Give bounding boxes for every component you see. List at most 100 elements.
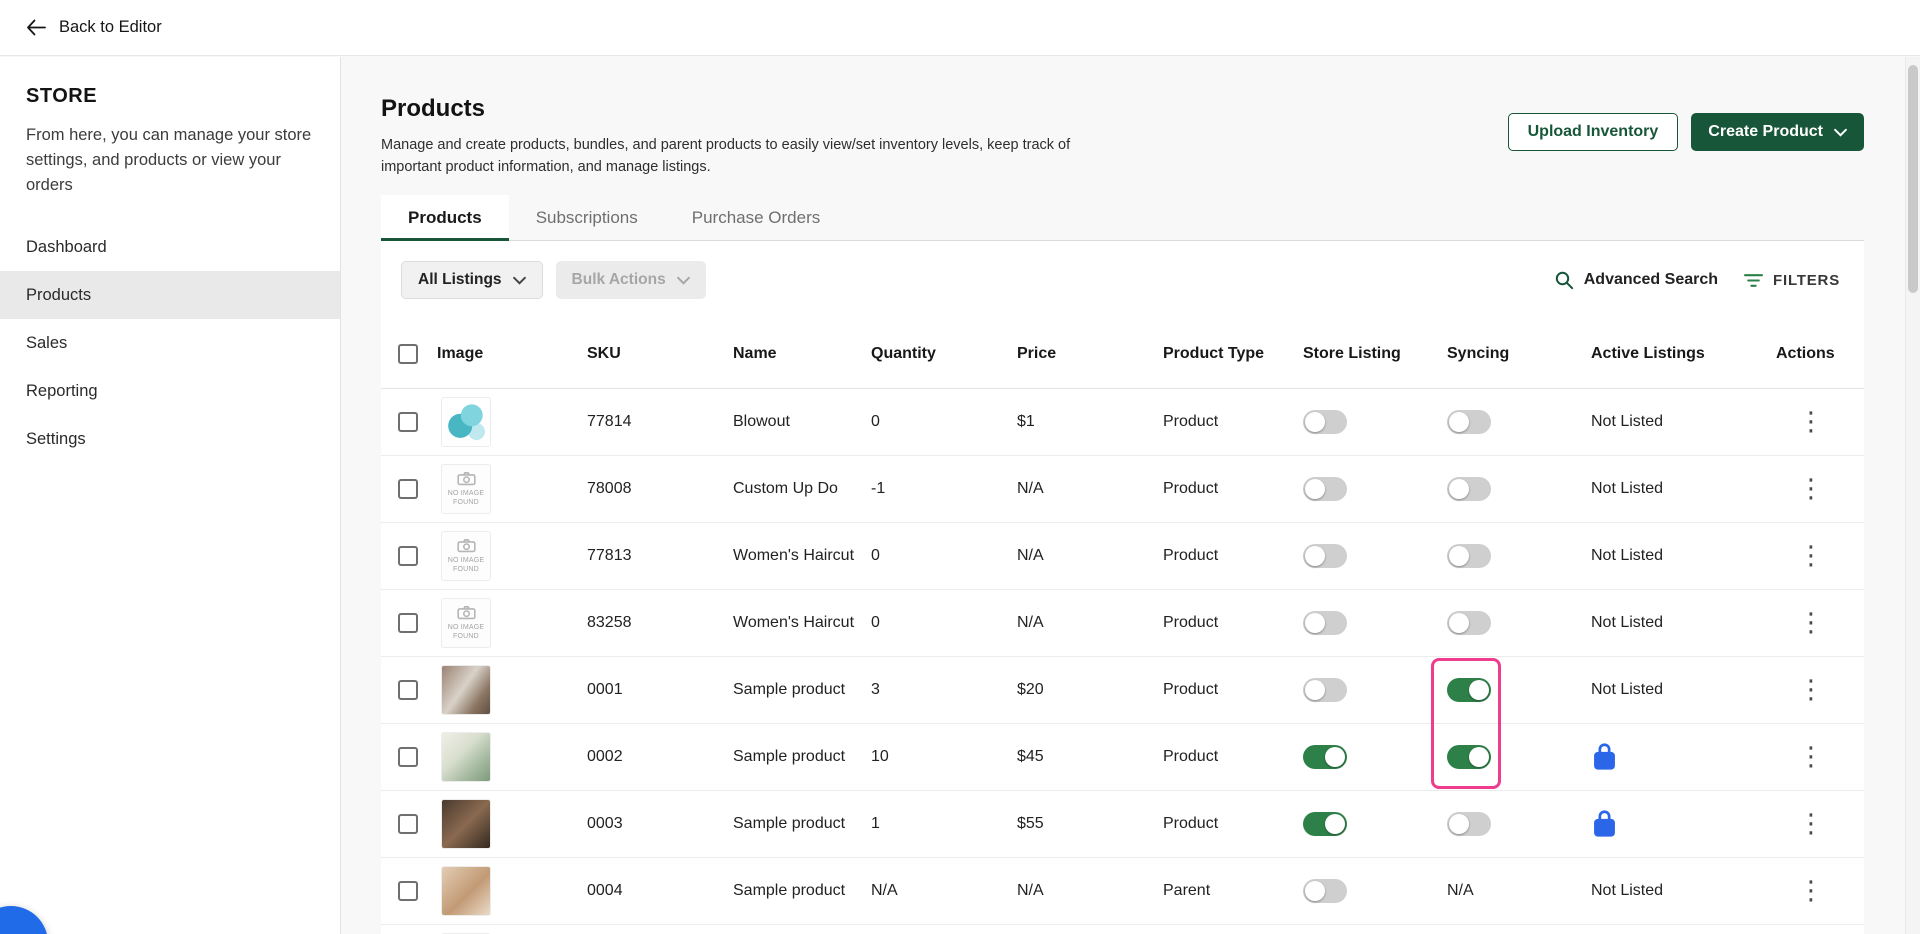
syncing-toggle[interactable] — [1447, 410, 1491, 434]
product-image — [441, 866, 491, 916]
syncing-toggle[interactable] — [1447, 611, 1491, 635]
back-to-editor-button[interactable]: Back to Editor — [26, 18, 162, 37]
store-listing-toggle[interactable] — [1303, 745, 1347, 769]
cell-sku: 0001 — [587, 681, 623, 698]
main-content: Products Manage and create products, bun… — [341, 57, 1920, 934]
row-checkbox[interactable] — [398, 412, 418, 432]
row-checkbox[interactable] — [398, 613, 418, 633]
select-all-checkbox[interactable] — [398, 343, 418, 364]
cell-product-type: Parent — [1163, 882, 1211, 899]
row-actions-menu[interactable]: ⋮ — [1776, 610, 1824, 636]
no-image-label: NO IMAGE FOUND — [447, 489, 485, 506]
row-checkbox[interactable] — [398, 680, 418, 700]
syncing-toggle[interactable] — [1447, 678, 1491, 702]
bulk-actions-dropdown[interactable]: Bulk Actions — [555, 261, 706, 299]
row-actions-menu[interactable]: ⋮ — [1776, 744, 1824, 770]
row-actions-menu[interactable]: ⋮ — [1776, 677, 1824, 703]
cell-price: $45 — [1017, 748, 1044, 765]
store-bag-icon[interactable] — [1591, 809, 1618, 839]
table-row: NO IMAGE FOUND 77813 Women's Haircut 0 N/A Pr… — [381, 523, 1864, 590]
header-actions: Upload Inventory Create Product — [1507, 113, 1864, 151]
column-header-product-type: Product Type — [1163, 344, 1265, 362]
sidebar-item-settings[interactable]: Settings — [0, 415, 340, 463]
column-header-price: Price — [1017, 344, 1057, 362]
tab-bar: Products Subscriptions Purchase Orders — [381, 195, 1864, 241]
cell-quantity: 0 — [871, 614, 880, 631]
row-actions-menu[interactable]: ⋮ — [1776, 476, 1824, 502]
cell-product-type: Product — [1163, 748, 1219, 765]
cell-price: $1 — [1017, 413, 1035, 430]
tab-subscriptions[interactable]: Subscriptions — [509, 195, 665, 240]
all-listings-dropdown[interactable]: All Listings — [401, 261, 543, 299]
column-header-syncing: Syncing — [1447, 344, 1510, 362]
store-listing-toggle[interactable] — [1303, 410, 1347, 434]
row-actions-menu[interactable]: ⋮ — [1776, 543, 1824, 569]
column-header-active-listings: Active Listings — [1591, 344, 1705, 362]
cell-sku: 77814 — [587, 413, 632, 430]
sidebar-item-reporting[interactable]: Reporting — [0, 367, 340, 415]
product-image — [441, 397, 491, 447]
column-header-quantity: Quantity — [871, 344, 936, 362]
row-checkbox[interactable] — [398, 546, 418, 566]
create-product-button[interactable]: Create Product — [1691, 113, 1864, 151]
sidebar-description: From here, you can manage your store set… — [26, 126, 312, 194]
cell-name: Women's Haircut — [733, 547, 855, 564]
syncing-toggle[interactable] — [1447, 477, 1491, 501]
row-actions-menu[interactable]: ⋮ — [1776, 409, 1824, 435]
filters-button[interactable]: FILTERS — [1744, 272, 1840, 289]
sidebar-item-sales[interactable]: Sales — [0, 319, 340, 367]
scrollbar-thumb[interactable] — [1908, 65, 1918, 293]
page-description: Manage and create products, bundles, and… — [381, 137, 1071, 175]
cell-active-listings: Not Listed — [1591, 413, 1664, 430]
store-listing-toggle[interactable] — [1303, 879, 1347, 903]
column-header-image: Image — [437, 344, 484, 362]
page-title: Products — [381, 95, 486, 122]
page-scrollbar[interactable] — [1905, 57, 1920, 934]
row-actions-menu[interactable]: ⋮ — [1776, 811, 1824, 837]
store-listing-toggle[interactable] — [1303, 678, 1347, 702]
advanced-search-button[interactable]: Advanced Search — [1554, 270, 1718, 290]
row-checkbox[interactable] — [398, 747, 418, 767]
store-listing-toggle[interactable] — [1303, 544, 1347, 568]
cell-sku: 0003 — [587, 815, 623, 832]
store-listing-toggle[interactable] — [1303, 812, 1347, 836]
column-header-name: Name — [733, 344, 777, 362]
row-actions-menu[interactable]: ⋮ — [1776, 878, 1824, 904]
syncing-toggle[interactable] — [1447, 544, 1491, 568]
table-row: 77814 Blowout 0 $1 Product Not Listed ⋮ — [381, 389, 1864, 456]
upload-inventory-button[interactable]: Upload Inventory — [1507, 113, 1679, 151]
store-listing-toggle[interactable] — [1303, 611, 1347, 635]
row-checkbox[interactable] — [398, 814, 418, 834]
chevron-down-icon — [1834, 128, 1847, 137]
cell-quantity: 10 — [871, 748, 889, 765]
cell-price: N/A — [1017, 614, 1044, 631]
tab-purchase-orders[interactable]: Purchase Orders — [665, 195, 848, 240]
cell-price: N/A — [1017, 882, 1044, 899]
store-bag-icon[interactable] — [1591, 742, 1618, 772]
cell-name: Custom Up Do — [733, 480, 838, 497]
table-header-row: Image SKU Name Quantity Price Product Type Sto… — [381, 319, 1864, 389]
sidebar-item-dashboard[interactable]: Dashboard — [0, 223, 340, 271]
camera-icon — [456, 605, 476, 619]
back-to-editor-label: Back to Editor — [59, 18, 162, 36]
product-image: NO IMAGE FOUND — [441, 531, 491, 581]
store-listing-toggle[interactable] — [1303, 477, 1347, 501]
row-checkbox[interactable] — [398, 881, 418, 901]
product-image — [441, 665, 491, 715]
bulk-actions-label: Bulk Actions — [571, 271, 666, 288]
filter-icon — [1744, 273, 1764, 287]
syncing-toggle[interactable] — [1447, 812, 1491, 836]
topbar: Back to Editor — [0, 0, 1920, 56]
sidebar-nav: Dashboard Products Sales Reporting Settings — [0, 223, 340, 463]
sidebar-item-products[interactable]: Products — [0, 271, 340, 320]
cell-active-listings: Not Listed — [1591, 681, 1664, 698]
column-header-store-listing: Store Listing — [1303, 344, 1401, 362]
cell-product-type: Product — [1163, 681, 1219, 698]
syncing-toggle[interactable] — [1447, 745, 1491, 769]
column-header-sku: SKU — [587, 344, 621, 362]
toolbar-right: Advanced Search FILTERS — [1554, 270, 1840, 290]
cell-product-type: Product — [1163, 480, 1219, 497]
cell-quantity: -1 — [871, 480, 886, 497]
tab-products[interactable]: Products — [381, 195, 509, 241]
row-checkbox[interactable] — [398, 479, 418, 499]
